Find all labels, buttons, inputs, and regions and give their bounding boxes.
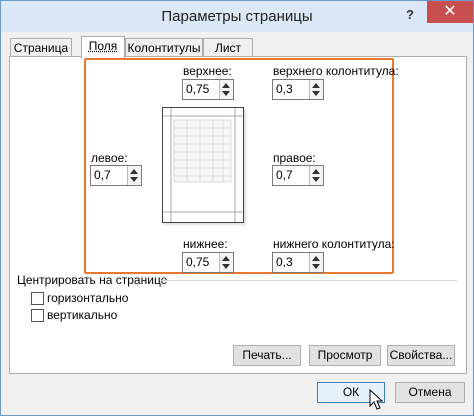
tab-sheet[interactable]: Лист (203, 38, 253, 57)
title-bar: Параметры страницы ? ✕ (1, 1, 473, 32)
left-margin-label: левое: (91, 151, 128, 165)
bottom-margin-spinner[interactable]: 0,75 (182, 252, 234, 273)
horizontal-checkbox[interactable] (31, 292, 44, 305)
spin-up-icon[interactable] (312, 256, 320, 261)
spin-up-icon[interactable] (222, 256, 230, 261)
tab-page[interactable]: Страница (10, 38, 72, 57)
header-margin-spinner[interactable]: 0,3 (272, 79, 324, 100)
footer-margin-value[interactable]: 0,3 (276, 255, 293, 269)
spinner-arrows[interactable] (219, 80, 233, 99)
horizontal-label[interactable]: горизонтально (47, 291, 128, 305)
spinner-arrows[interactable] (309, 253, 323, 272)
top-margin-label: верхнее: (183, 64, 232, 78)
left-margin-spinner[interactable]: 0,7 (90, 165, 142, 186)
right-margin-value[interactable]: 0,7 (276, 168, 293, 182)
group-divider (161, 280, 457, 281)
close-button[interactable]: ✕ (427, 1, 473, 23)
page-preview-image (162, 107, 244, 223)
spinner-arrows[interactable] (219, 253, 233, 272)
print-button[interactable]: Печать... (233, 345, 301, 366)
page-setup-dialog: Параметры страницы ? ✕ Страница Поля Кол… (0, 0, 474, 416)
spinner-arrows[interactable] (309, 166, 323, 185)
footer-margin-spinner[interactable]: 0,3 (272, 252, 324, 273)
header-margin-value[interactable]: 0,3 (276, 82, 293, 96)
bottom-margin-label: нижнее: (183, 237, 228, 251)
spin-down-icon[interactable] (222, 264, 230, 269)
options-button[interactable]: Свойства... (387, 345, 455, 366)
spin-down-icon[interactable] (312, 264, 320, 269)
spinner-arrows[interactable] (309, 80, 323, 99)
spin-up-icon[interactable] (222, 83, 230, 88)
center-on-page-label: Центрировать на странице (17, 273, 168, 287)
top-margin-spinner[interactable]: 0,75 (182, 79, 234, 100)
header-margin-label: верхнего колонтитула: (273, 64, 399, 78)
footer-margin-label: нижнего колонтитула: (273, 237, 395, 251)
vertical-label[interactable]: вертикально (47, 308, 117, 322)
spin-up-icon[interactable] (130, 169, 138, 174)
spin-down-icon[interactable] (312, 177, 320, 182)
vertical-checkbox[interactable] (31, 309, 44, 322)
spin-down-icon[interactable] (222, 91, 230, 96)
page-preview-graphic (163, 108, 243, 222)
bottom-margin-value[interactable]: 0,75 (186, 255, 209, 269)
cancel-button[interactable]: Отмена (395, 382, 465, 403)
left-margin-value[interactable]: 0,7 (94, 168, 111, 182)
top-margin-value[interactable]: 0,75 (186, 82, 209, 96)
spin-up-icon[interactable] (312, 169, 320, 174)
spin-up-icon[interactable] (312, 83, 320, 88)
right-margin-spinner[interactable]: 0,7 (272, 165, 324, 186)
tab-margins[interactable]: Поля (81, 36, 125, 58)
spinner-arrows[interactable] (127, 166, 141, 185)
preview-button[interactable]: Просмотр (309, 345, 381, 366)
tab-margins-label: Поля (88, 39, 118, 53)
right-margin-label: правое: (273, 151, 316, 165)
spin-down-icon[interactable] (130, 177, 138, 182)
mouse-pointer-icon (369, 389, 383, 410)
tab-headers-footers[interactable]: Колонтитулы (125, 38, 203, 57)
help-button[interactable]: ? (398, 5, 422, 25)
spin-down-icon[interactable] (312, 91, 320, 96)
